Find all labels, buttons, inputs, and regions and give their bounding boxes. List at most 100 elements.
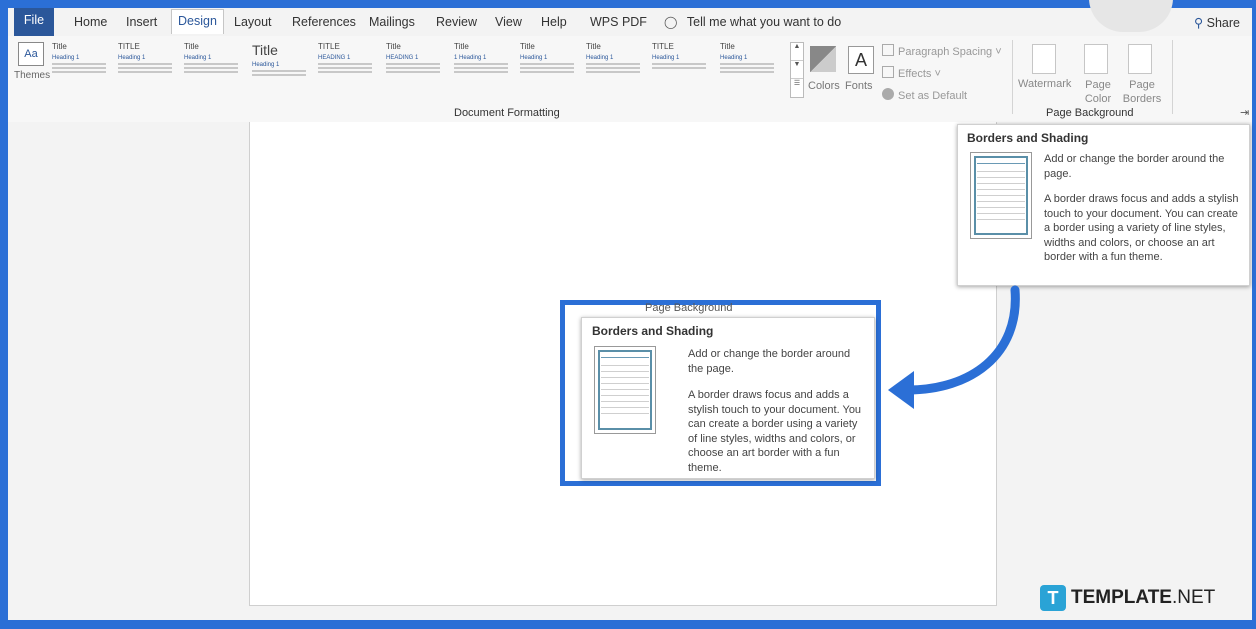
dialog-launcher-icon[interactable]: ⇥	[1240, 106, 1249, 119]
tell-me-text: Tell me what you want to do	[686, 15, 842, 29]
effects-button[interactable]: Effects ˅	[882, 66, 941, 80]
person-icon: ⚲	[1194, 16, 1204, 30]
frame-left	[0, 0, 8, 629]
style-title: Title	[386, 42, 401, 51]
page-borders-icon[interactable]	[1128, 44, 1152, 74]
style-title: Title	[520, 42, 535, 51]
page-color-label: Page Color	[1084, 79, 1112, 105]
style-set-item[interactable]: TITLE HEADING 1	[318, 42, 378, 98]
style-set-item[interactable]: Title Heading 1	[52, 42, 112, 98]
tab-references[interactable]: References	[292, 15, 356, 29]
group-separator	[1172, 40, 1173, 114]
set-as-default-button[interactable]: Set as Default	[882, 88, 967, 102]
style-set-item[interactable]: Title 1 Heading 1	[454, 42, 514, 98]
tooltip-line1: Add or change the border around the page…	[1044, 153, 1225, 180]
style-set-item[interactable]: TITLE Heading 1	[652, 42, 712, 98]
gallery-scroll[interactable]: ▲ ▼ ☰	[790, 42, 804, 98]
tab-mailings[interactable]: Mailings	[369, 15, 415, 29]
scroll-down-icon[interactable]: ▼	[791, 61, 803, 79]
paragraph-spacing-button[interactable]: Paragraph Spacing ˅	[882, 44, 1002, 58]
zoomed-page-preview-icon	[594, 346, 656, 434]
style-title: Title	[586, 42, 601, 51]
tab-review[interactable]: Review	[436, 15, 477, 29]
effects-icon	[882, 66, 894, 78]
tooltip-title: Borders and Shading	[967, 131, 1089, 145]
tab-home[interactable]: Home	[74, 15, 107, 29]
style-title: Title	[252, 42, 278, 58]
tab-wps-pdf[interactable]: WPS PDF	[590, 15, 647, 29]
themes-label: Themes	[14, 70, 51, 81]
fonts-icon[interactable]: A	[848, 46, 874, 74]
curved-arrow-icon	[888, 285, 1020, 409]
ribbon-tab-bar: File Home Insert Design Layout Reference…	[8, 0, 1252, 36]
style-title: Title	[52, 42, 67, 51]
zoomed-tooltip-highlight: Page Background Borders and Shading Add …	[560, 300, 881, 486]
logo-mark: T	[1040, 585, 1066, 611]
style-title: TITLE	[318, 42, 340, 51]
zoomed-tooltip-line2: A border draws focus and adds a stylish …	[688, 389, 862, 474]
fonts-label: Fonts	[845, 80, 873, 92]
style-set-item[interactable]: Title HEADING 1	[386, 42, 446, 98]
style-heading: Heading 1	[520, 55, 548, 61]
page-preview-icon	[970, 152, 1032, 239]
watermark-icon[interactable]	[1032, 44, 1056, 74]
borders-shading-tooltip: Borders and Shading Add or change the bo…	[957, 124, 1250, 286]
style-title: TITLE	[652, 42, 674, 51]
group-separator	[1012, 40, 1013, 114]
share-button[interactable]: ⚲ Share	[1194, 15, 1240, 30]
frame-top	[0, 0, 1256, 8]
style-title: Title	[720, 42, 735, 51]
tooltip-line2: A border draws focus and adds a stylish …	[1044, 193, 1239, 264]
style-heading: Heading 1	[652, 55, 680, 61]
page-borders-label: Page Borders	[1122, 79, 1162, 105]
style-title: TITLE	[118, 42, 140, 51]
template-net-logo: T TEMPLATE.NET	[1040, 585, 1215, 611]
style-heading: Heading 1	[118, 55, 146, 61]
style-heading: HEADING 1	[318, 55, 351, 61]
set-as-default-label: Set as Default	[898, 90, 968, 102]
style-set-gallery: Title Heading 1 TITLE Heading 1 Title Headi…	[52, 42, 786, 98]
check-circle-icon	[882, 88, 894, 100]
scroll-up-icon[interactable]: ▲	[791, 43, 803, 61]
style-heading: Heading 1	[252, 62, 280, 68]
style-set-item[interactable]: Title Heading 1	[720, 42, 780, 98]
tab-insert[interactable]: Insert	[126, 15, 157, 29]
style-heading: Heading 1	[184, 55, 212, 61]
colors-icon[interactable]	[810, 46, 836, 72]
lightbulb-icon: ◯	[664, 15, 678, 29]
group-label-document-formatting: Document Formatting	[454, 107, 560, 119]
style-set-item[interactable]: Title Heading 1	[184, 42, 244, 98]
style-set-item[interactable]: TITLE Heading 1	[118, 42, 178, 98]
style-set-item[interactable]: Title Heading 1	[520, 42, 580, 98]
logo-text: TEMPLATE.NET	[1071, 587, 1216, 608]
page-color-icon[interactable]	[1084, 44, 1108, 74]
style-heading: Heading 1	[52, 55, 80, 61]
style-set-item[interactable]: Title Heading 1	[252, 42, 312, 98]
tab-help[interactable]: Help	[541, 15, 567, 29]
frame-bottom	[8, 620, 1252, 629]
paragraph-spacing-icon	[882, 44, 894, 56]
tab-design[interactable]: Design	[171, 9, 224, 34]
effects-label: Effects	[898, 68, 932, 80]
style-heading: Heading 1	[586, 55, 614, 61]
profile-decoration	[1089, 0, 1173, 32]
watermark-label: Watermark	[1018, 78, 1072, 90]
style-heading: Heading 1	[720, 55, 748, 61]
ribbon-design: Aa Themes Title Heading 1 TITLE Heading 1 …	[8, 36, 1252, 123]
tab-file[interactable]: File	[14, 8, 54, 36]
tab-view[interactable]: View	[495, 15, 522, 29]
tell-me-box[interactable]: ◯ Tell me what you want to do	[664, 15, 841, 29]
colors-label: Colors	[808, 80, 840, 92]
zoomed-tooltip: Borders and Shading Add or change the bo…	[581, 317, 875, 479]
zoom-header: Page Background	[645, 302, 733, 314]
style-set-item[interactable]: Title Heading 1	[586, 42, 646, 98]
themes-button[interactable]: Aa Themes	[14, 42, 51, 102]
tab-layout[interactable]: Layout	[234, 15, 272, 29]
themes-icon: Aa	[18, 42, 44, 66]
style-title: Title	[454, 42, 469, 51]
gallery-more-icon[interactable]: ☰	[791, 79, 803, 96]
zoomed-tooltip-line1: Add or change the border around the page…	[688, 348, 851, 375]
style-heading: HEADING 1	[386, 55, 419, 61]
style-title: Title	[184, 42, 199, 51]
style-heading: 1 Heading 1	[454, 55, 487, 61]
